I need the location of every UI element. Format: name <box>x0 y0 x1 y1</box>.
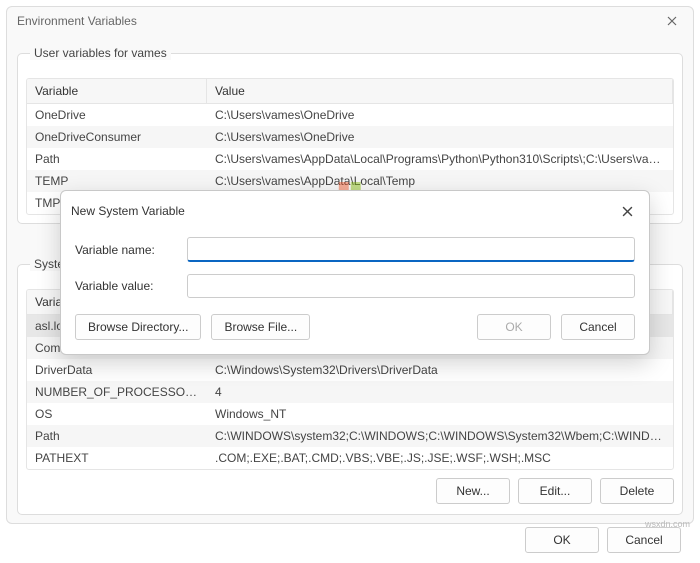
variable-value-label: Variable value: <box>75 279 175 293</box>
variable-value-row: Variable value: <box>61 268 649 304</box>
table-row[interactable]: TEMPC:\Users\vames\AppData\Local\Temp <box>27 170 673 192</box>
table-row[interactable]: OneDriveConsumerC:\Users\vames\OneDrive <box>27 126 673 148</box>
table-row[interactable]: DriverDataC:\Windows\System32\Drivers\Dr… <box>27 359 673 381</box>
table-row[interactable]: PathC:\Users\vames\AppData\Local\Program… <box>27 148 673 170</box>
browse-file-button[interactable]: Browse File... <box>211 314 310 340</box>
main-close-button[interactable] <box>661 10 683 32</box>
user-table-header: Variable Value <box>27 79 673 104</box>
dialog-titlebar: New System Variable <box>61 191 649 231</box>
main-ok-button[interactable]: OK <box>525 527 599 553</box>
source-attribution: wsxdn.com <box>645 519 690 529</box>
main-cancel-button[interactable]: Cancel <box>607 527 681 553</box>
main-window-title: Environment Variables <box>17 14 137 28</box>
table-row[interactable]: OneDriveC:\Users\vames\OneDrive <box>27 104 673 126</box>
dialog-cancel-button[interactable]: Cancel <box>561 314 635 340</box>
delete-button[interactable]: Delete <box>600 478 674 504</box>
col-value[interactable]: Value <box>207 79 673 103</box>
variable-value-input[interactable] <box>187 274 635 298</box>
system-button-row: New... Edit... Delete <box>26 470 674 506</box>
col-variable[interactable]: Variable <box>27 79 207 103</box>
table-row[interactable]: PathC:\WINDOWS\system32;C:\WINDOWS;C:\WI… <box>27 425 673 447</box>
table-row[interactable]: OSWindows_NT <box>27 403 673 425</box>
variable-name-row: Variable name: <box>61 231 649 268</box>
edit-button[interactable]: Edit... <box>518 478 592 504</box>
variable-name-input[interactable] <box>187 237 635 262</box>
dialog-title: New System Variable <box>71 204 185 218</box>
close-icon <box>667 16 677 26</box>
dialog-close-button[interactable] <box>615 199 639 223</box>
table-row[interactable]: NUMBER_OF_PROCESSORS4 <box>27 381 673 403</box>
browse-directory-button[interactable]: Browse Directory... <box>75 314 201 340</box>
new-system-variable-dialog: New System Variable Variable name: Varia… <box>60 190 650 355</box>
main-titlebar: Environment Variables <box>7 7 693 35</box>
dialog-button-row: Browse Directory... Browse File... OK Ca… <box>61 304 649 354</box>
dialog-ok-button[interactable]: OK <box>477 314 551 340</box>
variable-name-label: Variable name: <box>75 243 175 257</box>
main-ok-cancel-row: OK Cancel <box>7 521 693 563</box>
close-icon <box>622 206 633 217</box>
table-row[interactable]: PATHEXT.COM;.EXE;.BAT;.CMD;.VBS;.VBE;.JS… <box>27 447 673 469</box>
new-button[interactable]: New... <box>436 478 510 504</box>
user-legend: User variables for vames <box>30 46 171 60</box>
